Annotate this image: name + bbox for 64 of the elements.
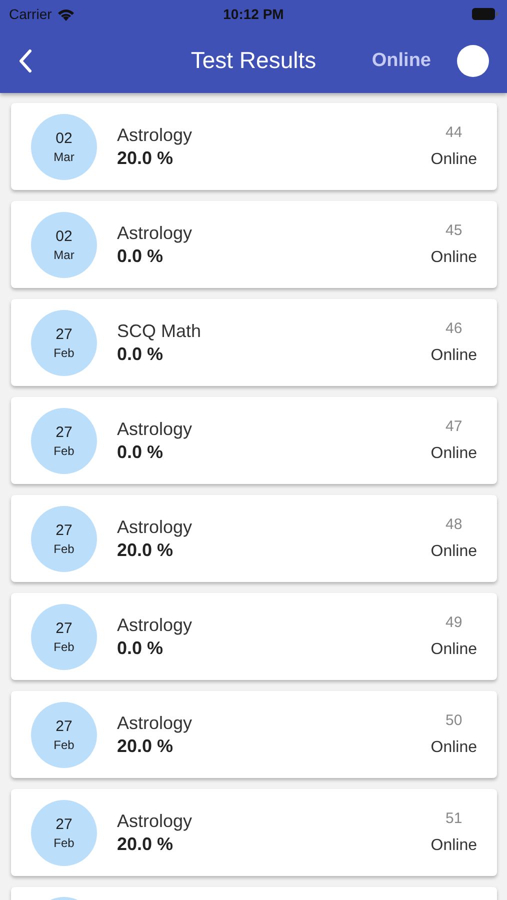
result-mode: Online (430, 641, 477, 659)
result-card[interactable]: 27 Feb Astrology 20.0 % 48 Online (11, 495, 497, 582)
subject-name: Astrology (117, 516, 192, 538)
result-mode: Online (430, 445, 477, 463)
screen-title: Test Results (190, 47, 316, 74)
result-mode: Online (430, 347, 477, 365)
score-percent: 0.0 % (117, 344, 164, 364)
mode-switch[interactable] (457, 44, 489, 76)
score-percent: 20.0 % (117, 736, 174, 756)
date-month: Mar (54, 248, 74, 262)
date-day: 27 (56, 522, 72, 538)
date-month: Feb (54, 836, 74, 850)
result-mode: Online (430, 739, 477, 757)
back-button[interactable] (18, 48, 32, 72)
score-percent: 0.0 % (117, 638, 164, 658)
score-percent: 0.0 % (117, 442, 164, 462)
date-month: Feb (54, 640, 74, 654)
mode-label: Online (372, 50, 431, 72)
result-mode: Online (430, 543, 477, 561)
result-number: 47 (446, 418, 462, 435)
battery-icon (472, 8, 498, 20)
result-number: 51 (446, 810, 462, 827)
score-percent: 20.0 % (117, 148, 174, 168)
subject-name: Astrology (117, 222, 192, 244)
result-number: 49 (446, 614, 462, 631)
result-mode: Online (430, 837, 477, 855)
date-day: 02 (56, 228, 72, 244)
result-card[interactable]: 02 Mar Astrology 20.0 % 44 Online (11, 103, 497, 190)
carrier-name: Carrier (9, 6, 52, 22)
score-percent: 20.0 % (117, 834, 174, 854)
subject-name: Astrology (117, 614, 192, 636)
date-day: 27 (56, 718, 72, 734)
result-card[interactable]: 27 Feb Astrology 20.0 % 50 Online (11, 691, 497, 778)
score-percent: 20.0 % (117, 540, 174, 560)
result-card[interactable]: 27 Feb SCQ Math 0.0 % 46 Online (11, 299, 497, 386)
date-day: 27 (56, 816, 72, 832)
date-month: Feb (54, 542, 74, 556)
subject-name: SCQ Math (117, 320, 202, 342)
result-card[interactable]: 02 Mar Astrology 0.0 % 45 Online (11, 201, 497, 288)
result-card[interactable]: 27 Feb Astrology 0.0 % 47 Online (11, 397, 497, 484)
result-number: 44 (446, 124, 462, 141)
date-day: 02 (56, 130, 72, 146)
score-percent: 0.0 % (117, 246, 164, 266)
date-day: 27 (56, 326, 72, 342)
date-month: Feb (54, 738, 74, 752)
date-day: 27 (56, 424, 72, 440)
date-month: Mar (54, 150, 74, 164)
subject-name: Astrology (117, 124, 192, 146)
status-time: 10:12 PM (223, 6, 284, 22)
result-number: 45 (446, 222, 462, 239)
result-number: 50 (446, 712, 462, 729)
wifi-icon (56, 8, 75, 20)
result-mode: Online (430, 249, 477, 267)
result-number: 48 (446, 516, 462, 533)
date-day: 27 (56, 620, 72, 636)
subject-name: Astrology (117, 712, 192, 734)
date-month: Feb (54, 444, 74, 458)
result-mode: Online (430, 151, 477, 169)
date-month: Feb (54, 346, 74, 360)
subject-name: Astrology (117, 810, 192, 832)
result-card[interactable]: 27 Feb Astrology 20.0 % 51 Online (11, 789, 497, 876)
subject-name: Astrology (117, 418, 192, 440)
result-card[interactable]: 27 Feb Astrology 0.0 % 49 Online (11, 593, 497, 680)
result-number: 46 (446, 320, 462, 337)
